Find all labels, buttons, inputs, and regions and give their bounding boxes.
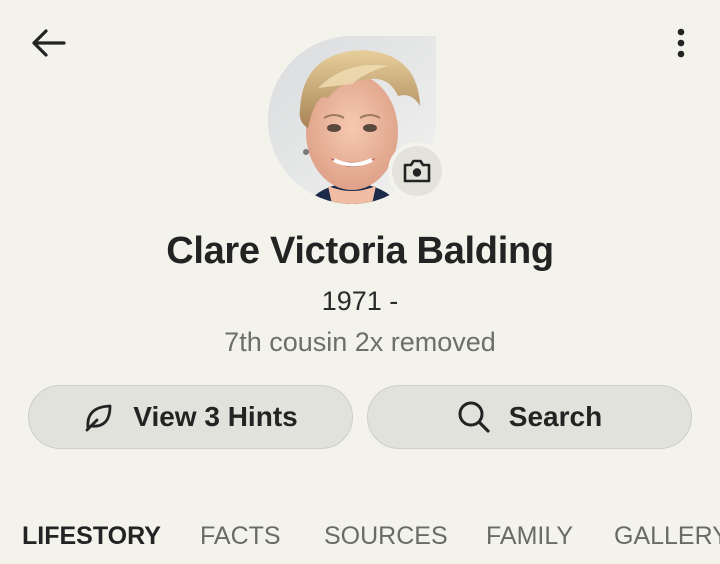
profile-photo-area (268, 36, 448, 204)
view-hints-label: View 3 Hints (133, 401, 298, 432)
more-vertical-icon (677, 28, 685, 58)
relationship-label: 7th cousin 2x removed (224, 327, 496, 357)
camera-icon (403, 159, 431, 183)
search-icon (458, 401, 490, 433)
change-photo-button[interactable] (388, 142, 446, 200)
person-name: Clare Victoria Balding (166, 230, 554, 272)
leaf-icon (85, 404, 112, 432)
life-years: 1971 - (321, 286, 399, 316)
search-label: Search (508, 401, 603, 432)
view-hints-button[interactable]: View 3 Hints (28, 385, 353, 449)
profile-tabs: LIFESTORY FACTS SOURCES FAMILY GALLERY (0, 516, 720, 564)
tab-lifestory[interactable]: LIFESTORY (22, 522, 161, 551)
more-options-button[interactable] (660, 22, 702, 64)
tab-family[interactable]: FAMILY (486, 522, 573, 551)
back-button[interactable] (24, 22, 72, 64)
tab-gallery[interactable]: GALLERY (614, 522, 720, 551)
tab-facts[interactable]: FACTS (200, 522, 281, 551)
tab-sources[interactable]: SOURCES (324, 522, 448, 551)
arrow-left-icon (32, 29, 66, 57)
search-button[interactable]: Search (367, 385, 692, 449)
